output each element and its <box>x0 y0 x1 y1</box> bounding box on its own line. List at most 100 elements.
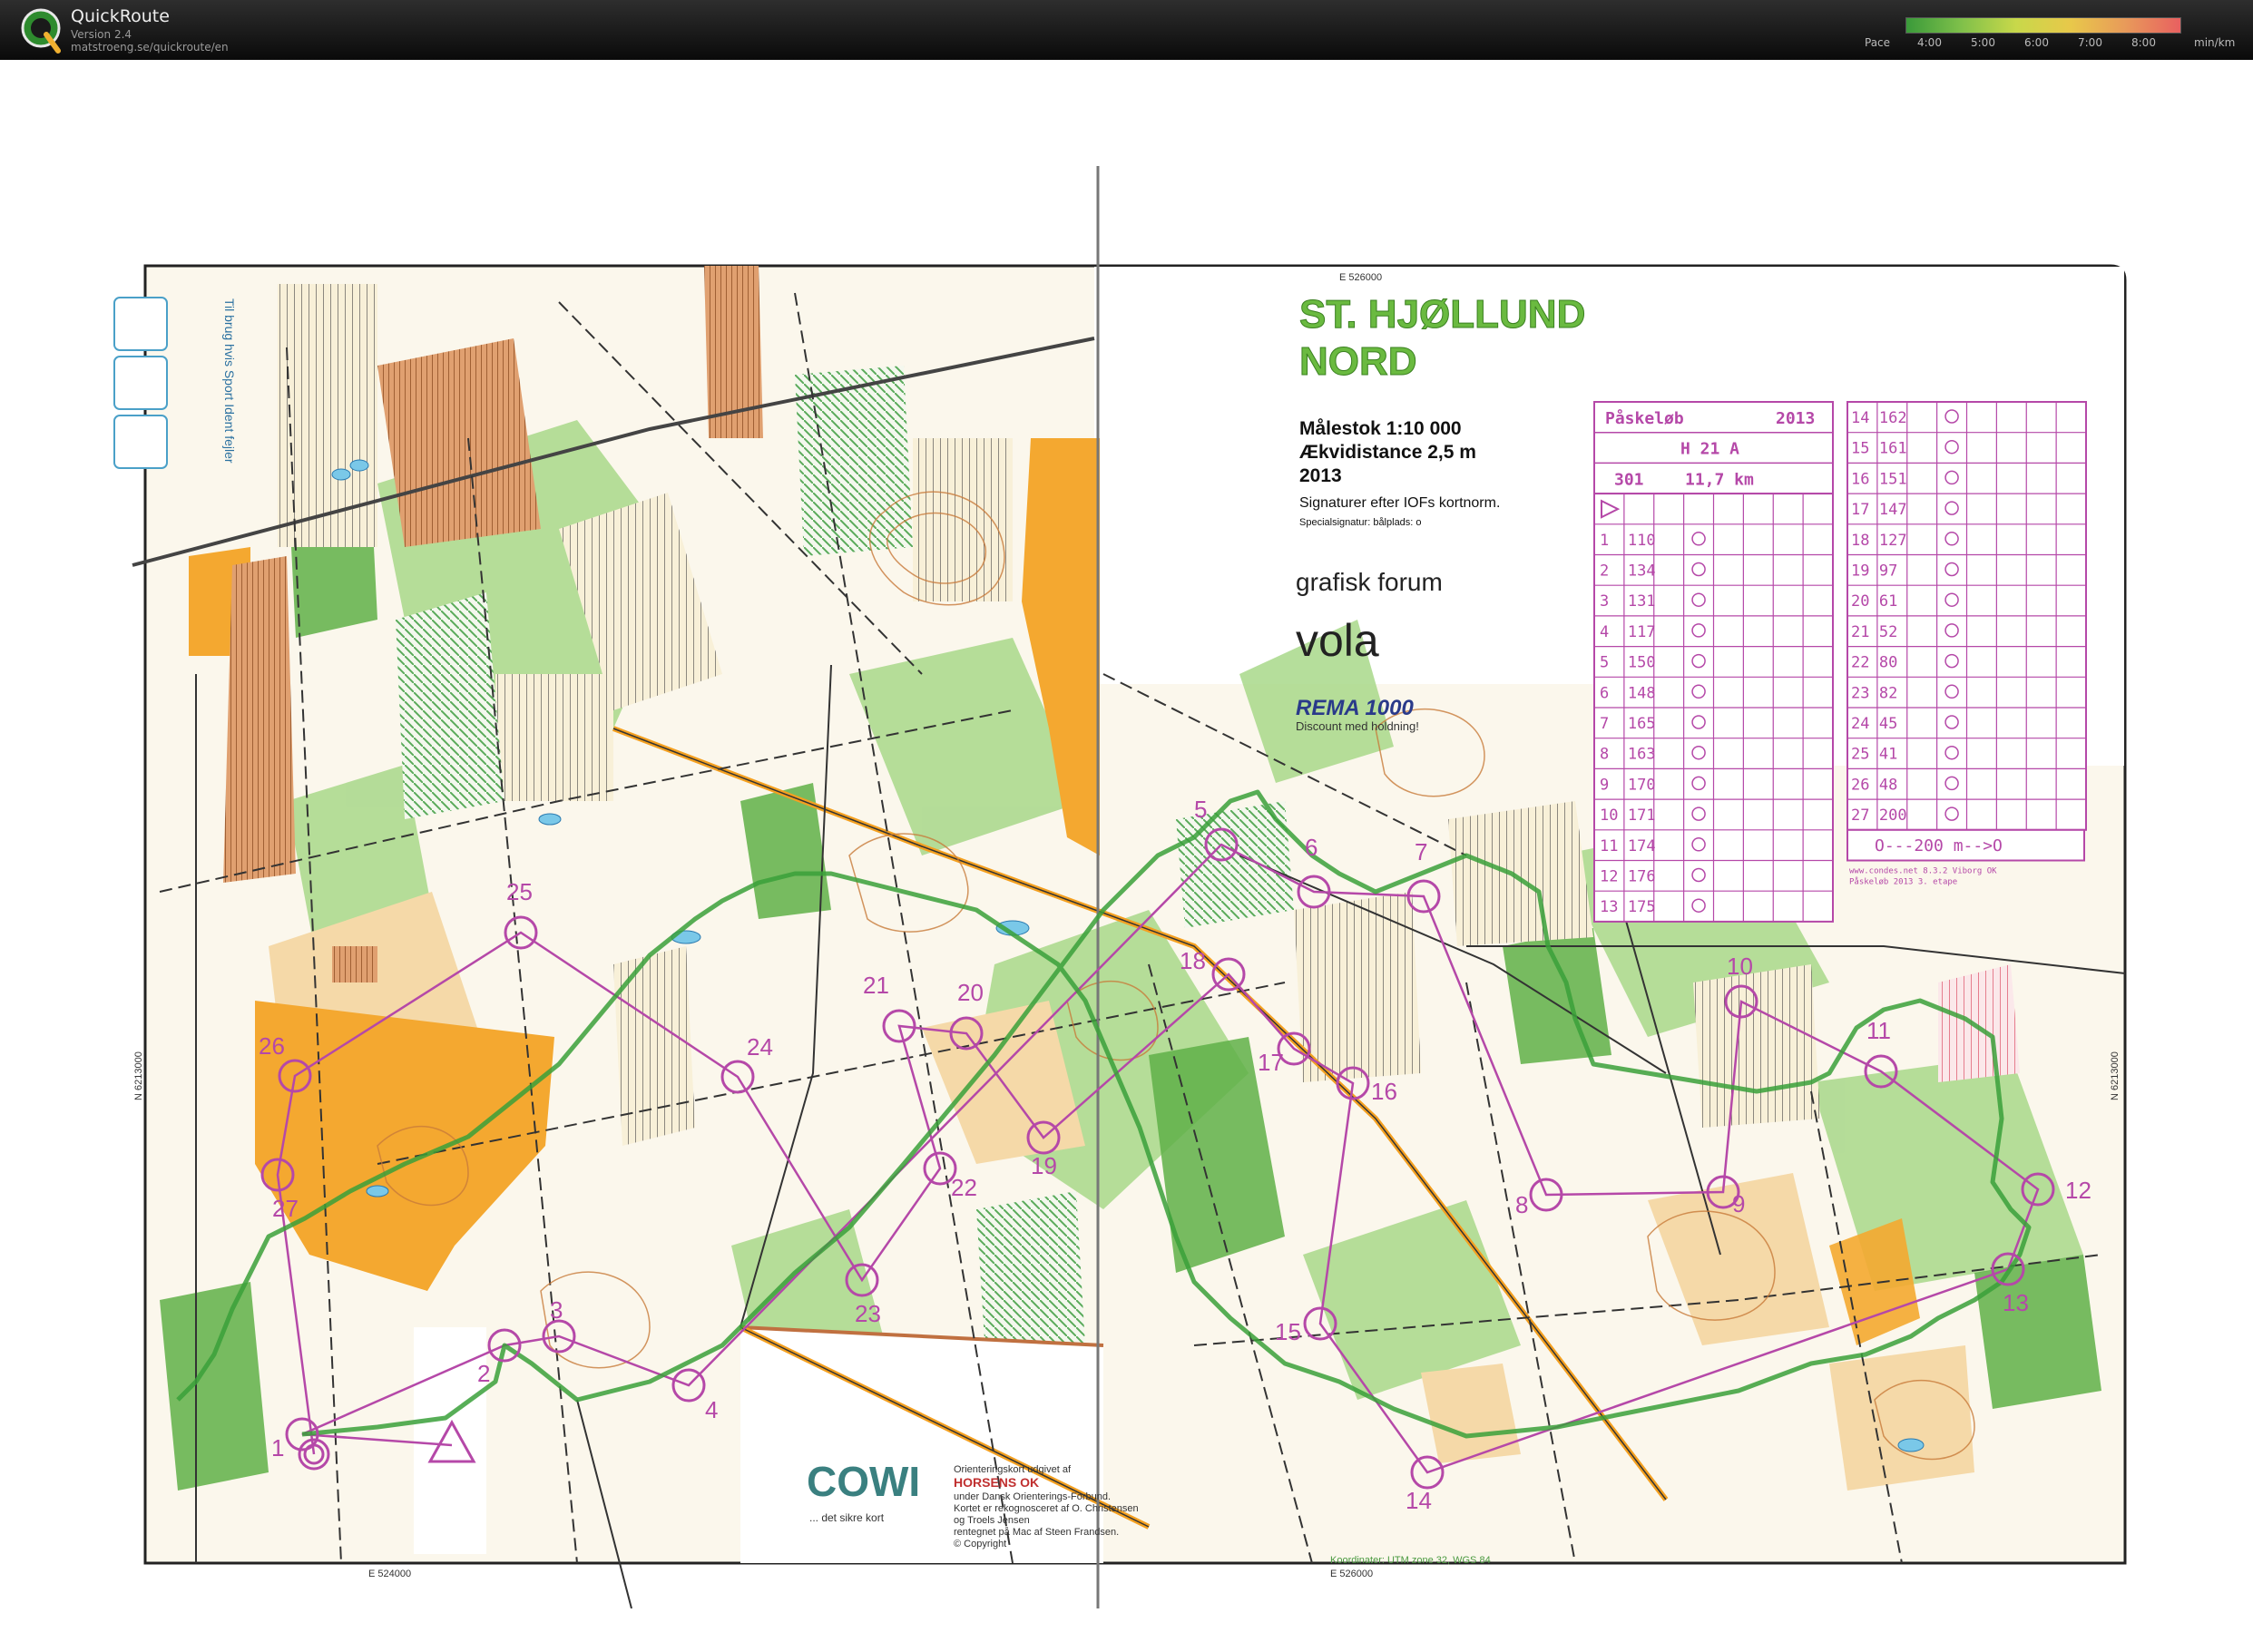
orienteering-map[interactable]: 123456 78 91011121314151617181920212223242… <box>105 166 2129 1608</box>
cd-control-seq: 16 <box>1851 470 1869 488</box>
control-number: 14 <box>1406 1487 1432 1514</box>
map-year: 2013 <box>1299 465 1342 486</box>
control-number: 12 <box>2065 1177 2091 1204</box>
pace-label: Pace <box>1865 36 1891 49</box>
cd-class: H 21 A <box>1680 440 1739 459</box>
cd-control-code: 80 <box>1879 654 1897 672</box>
cd-control-code: 110 <box>1628 532 1656 550</box>
cd-control-code: 200 <box>1879 806 1907 825</box>
cd-control-code: 131 <box>1628 592 1656 611</box>
sponsor-grafisk-forum: grafisk forum <box>1296 568 1443 596</box>
cd-course: 301 <box>1614 470 1644 489</box>
pace-tick: 4:00 <box>1917 36 1942 49</box>
coord-easting-bottom-left: E 524000 <box>368 1569 411 1579</box>
control-number: 22 <box>951 1174 977 1201</box>
cowi-logo: COWI <box>807 1458 920 1505</box>
cd-control-code: 163 <box>1628 746 1656 764</box>
coord-northing-left: N 6213000 <box>133 1051 144 1100</box>
cowi-tagline: ... det sikre kort <box>809 1511 885 1524</box>
map-title-line2: NORD <box>1299 339 1417 384</box>
coord-northing-right: N 6213000 <box>2110 1051 2121 1100</box>
cd-control-seq: 20 <box>1851 592 1869 611</box>
cd-control-seq: 2 <box>1600 562 1609 581</box>
cd-control-seq: 4 <box>1600 623 1609 641</box>
control-number: 27 <box>272 1195 299 1222</box>
publisher-line3: Kortet er rekognosceret af O. Christense… <box>954 1503 1139 1514</box>
cd-control-code: 127 <box>1879 532 1907 550</box>
cd-footer2: Påskeløb 2013 3. etape <box>1849 877 1957 887</box>
publisher-club: HORSENS OK <box>954 1475 1039 1490</box>
pace-tick: 5:00 <box>1971 36 1995 49</box>
cd-control-seq: 9 <box>1600 776 1609 794</box>
control-number: 6 <box>1305 834 1318 861</box>
cd-control-seq: 11 <box>1600 837 1618 855</box>
app-header: QuickRoute Version 2.4 matstroeng.se/qui… <box>0 0 2253 60</box>
cd-control-code: 170 <box>1628 776 1656 794</box>
sponsor-vola: vola <box>1296 615 1379 666</box>
cd-control-code: 147 <box>1879 501 1907 519</box>
map-title-line1: ST. HJØLLUND <box>1299 292 1585 337</box>
coord-note: Koordinater: UTM zone 32, WGS 84 <box>1330 1555 1491 1566</box>
control-number: 13 <box>2003 1289 2029 1316</box>
map-scale: Målestok 1:10 000 <box>1299 418 1462 439</box>
control-number: 16 <box>1371 1078 1397 1105</box>
cd-year: 2013 <box>1776 409 1815 428</box>
pace-gradient-bar <box>1905 17 2181 34</box>
cd-control-code: 150 <box>1628 654 1656 672</box>
cd-event: Påskeløb <box>1605 408 1684 428</box>
control-number: 25 <box>506 878 533 905</box>
cd-control-code: 175 <box>1628 898 1656 916</box>
cd-control-code: 97 <box>1879 562 1897 581</box>
control-number: 21 <box>863 972 889 999</box>
cd-control-seq: 21 <box>1851 623 1869 641</box>
control-number: 15 <box>1275 1318 1301 1345</box>
special-signature: Specialsignatur: bålplads: o <box>1299 517 1422 528</box>
control-number: 11 <box>1866 1017 1891 1044</box>
pace-tick: 6:00 <box>2024 36 2049 49</box>
cd-control-seq: 6 <box>1600 684 1609 702</box>
cd-control-seq: 13 <box>1600 898 1618 916</box>
cd-control-code: 134 <box>1628 562 1656 581</box>
control-number: 19 <box>1031 1152 1057 1179</box>
publisher-line4: og Troels Jensen <box>954 1515 1030 1526</box>
publisher-line1: Orienteringskort udgivet af <box>954 1464 1072 1475</box>
cd-control-code: 174 <box>1628 837 1656 855</box>
signature-note: Signaturer efter IOFs kortnorm. <box>1299 495 1500 511</box>
cd-control-code: 161 <box>1879 440 1907 458</box>
app-title: QuickRoute <box>71 6 170 26</box>
cd-control-seq: 23 <box>1851 684 1869 702</box>
cd-control-seq: 12 <box>1600 868 1618 886</box>
copyright: © Copyright <box>954 1539 1006 1549</box>
control-number: 8 <box>1515 1191 1528 1218</box>
cd-control-seq: 27 <box>1851 806 1869 825</box>
coord-easting-bottom-right: E 526000 <box>1330 1569 1373 1579</box>
pace-tick: 8:00 <box>2131 36 2156 49</box>
cd-control-code: 117 <box>1628 623 1656 641</box>
control-number: 1 <box>271 1434 284 1461</box>
control-number: 18 <box>1180 947 1206 974</box>
cd-control-seq: 26 <box>1851 776 1869 794</box>
map-contour-interval: Ækvidistance 2,5 m <box>1299 442 1476 463</box>
publisher-line5: rentegnet på Mac af Steen Frandsen. <box>954 1527 1119 1538</box>
sponsor-rema: REMA 1000 <box>1296 696 1414 720</box>
map-canvas[interactable]: 1 2 3 4 5 6 7 8 9 10 11 12 13 14 15 16 17 18 19 20 21 22 23 24 2… <box>105 166 2129 1608</box>
control-number: 17 <box>1258 1049 1284 1076</box>
cd-control-seq: 5 <box>1600 654 1609 672</box>
cd-control-code: 171 <box>1628 806 1656 825</box>
cd-control-seq: 7 <box>1600 715 1609 733</box>
sponsor-rema-sub: Discount med holdning! <box>1296 719 1419 733</box>
pace-axis: Pace 4:00 5:00 6:00 7:00 8:00 min/km <box>0 36 2253 51</box>
backup-punch-boxes <box>113 297 168 469</box>
control-number: 5 <box>1194 796 1207 823</box>
control-number: 10 <box>1727 953 1753 980</box>
cd-control-code: 45 <box>1879 715 1897 733</box>
cd-control-code: 165 <box>1628 715 1656 733</box>
backup-punch-note: Til brug hvis Sport Ident fejler <box>222 298 237 464</box>
control-number: 4 <box>705 1396 718 1423</box>
cd-control-code: 41 <box>1879 746 1897 764</box>
publisher-line2: under Dansk Orienterings-Forbund. <box>954 1491 1111 1502</box>
control-number: 26 <box>259 1032 285 1060</box>
forbidden-white <box>414 1327 486 1554</box>
cd-control-seq: 17 <box>1851 501 1869 519</box>
control-number: 24 <box>747 1033 773 1061</box>
